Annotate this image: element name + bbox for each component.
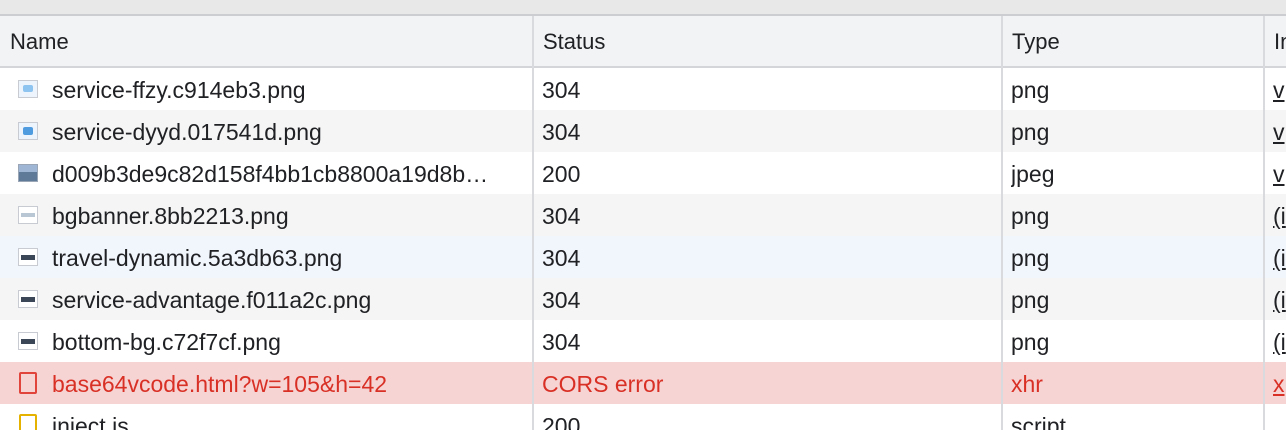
column-header-initiator[interactable]: In bbox=[1264, 16, 1286, 68]
request-name: service-dyyd.017541d.png bbox=[52, 119, 322, 145]
table-row[interactable]: bottom-bg.c72f7cf.png 304 png (i bbox=[0, 320, 1286, 362]
column-header-status[interactable]: Status bbox=[533, 16, 1003, 68]
table-row[interactable]: travel-dynamic.5a3db63.png 304 png (i bbox=[0, 236, 1286, 278]
request-status: CORS error bbox=[542, 371, 664, 397]
request-status: 200 bbox=[542, 413, 581, 430]
column-header-name[interactable]: Name bbox=[0, 16, 533, 68]
request-status: 304 bbox=[542, 203, 581, 229]
column-divider[interactable] bbox=[1263, 16, 1265, 430]
request-type: png bbox=[1011, 329, 1050, 355]
request-initiator-link[interactable]: (i bbox=[1273, 278, 1286, 320]
request-name: base64vcode.html?w=105&h=42 bbox=[52, 371, 388, 397]
request-initiator-link[interactable]: v bbox=[1273, 110, 1286, 152]
column-divider[interactable] bbox=[1001, 16, 1003, 430]
table-row[interactable]: service-dyyd.017541d.png 304 png v bbox=[0, 110, 1286, 152]
script-icon bbox=[19, 414, 37, 430]
image-icon bbox=[18, 290, 38, 308]
image-icon bbox=[18, 122, 38, 140]
document-icon bbox=[19, 372, 37, 394]
image-icon bbox=[18, 206, 38, 224]
column-header-type[interactable]: Type bbox=[1002, 16, 1264, 68]
table-row[interactable]: service-advantage.f011a2c.png 304 png (i bbox=[0, 278, 1286, 320]
column-divider[interactable] bbox=[532, 16, 534, 430]
request-name: inject.js bbox=[52, 413, 129, 430]
image-icon bbox=[18, 80, 38, 98]
image-icon bbox=[18, 332, 38, 350]
request-name: bgbanner.8bb2213.png bbox=[52, 203, 289, 229]
request-name: d009b3de9c82d158f4bb1cb8800a19d8b… bbox=[52, 161, 489, 187]
table-row[interactable]: d009b3de9c82d158f4bb1cb8800a19d8b… 200 j… bbox=[0, 152, 1286, 194]
request-type: png bbox=[1011, 287, 1050, 313]
request-status: 304 bbox=[542, 287, 581, 313]
network-requests-table: Name Status Type In service-ffzy.c914eb3… bbox=[0, 16, 1286, 430]
table-row[interactable]: bgbanner.8bb2213.png 304 png (i bbox=[0, 194, 1286, 236]
photo-icon bbox=[18, 164, 38, 182]
request-initiator-link[interactable]: (i bbox=[1273, 236, 1286, 278]
request-type: jpeg bbox=[1011, 161, 1055, 187]
request-type: png bbox=[1011, 203, 1050, 229]
request-initiator-link[interactable]: (i bbox=[1273, 194, 1286, 236]
table-row[interactable]: inject.js 200 script bbox=[0, 404, 1286, 430]
request-type: xhr bbox=[1011, 371, 1043, 397]
request-name: bottom-bg.c72f7cf.png bbox=[52, 329, 281, 355]
request-status: 304 bbox=[542, 77, 581, 103]
request-status: 304 bbox=[542, 245, 581, 271]
request-type: png bbox=[1011, 119, 1050, 145]
request-status: 200 bbox=[542, 161, 581, 187]
request-initiator-link[interactable]: x bbox=[1273, 362, 1286, 404]
table-header: Name Status Type In bbox=[0, 16, 1286, 68]
table-row-error[interactable]: base64vcode.html?w=105&h=42 CORS error x… bbox=[0, 362, 1286, 404]
request-type: png bbox=[1011, 77, 1050, 103]
request-initiator-link[interactable]: (i bbox=[1273, 320, 1286, 362]
panel-top-border bbox=[0, 0, 1286, 16]
request-status: 304 bbox=[542, 119, 581, 145]
request-name: service-ffzy.c914eb3.png bbox=[52, 77, 306, 103]
request-status: 304 bbox=[542, 329, 581, 355]
request-name: service-advantage.f011a2c.png bbox=[52, 287, 372, 313]
request-type: script bbox=[1011, 413, 1066, 430]
request-type: png bbox=[1011, 245, 1050, 271]
request-initiator-link[interactable]: v bbox=[1273, 68, 1286, 110]
image-icon bbox=[18, 248, 38, 266]
table-row[interactable]: service-ffzy.c914eb3.png 304 png v bbox=[0, 68, 1286, 110]
request-name: travel-dynamic.5a3db63.png bbox=[52, 245, 343, 271]
request-initiator-link[interactable]: v bbox=[1273, 152, 1286, 194]
